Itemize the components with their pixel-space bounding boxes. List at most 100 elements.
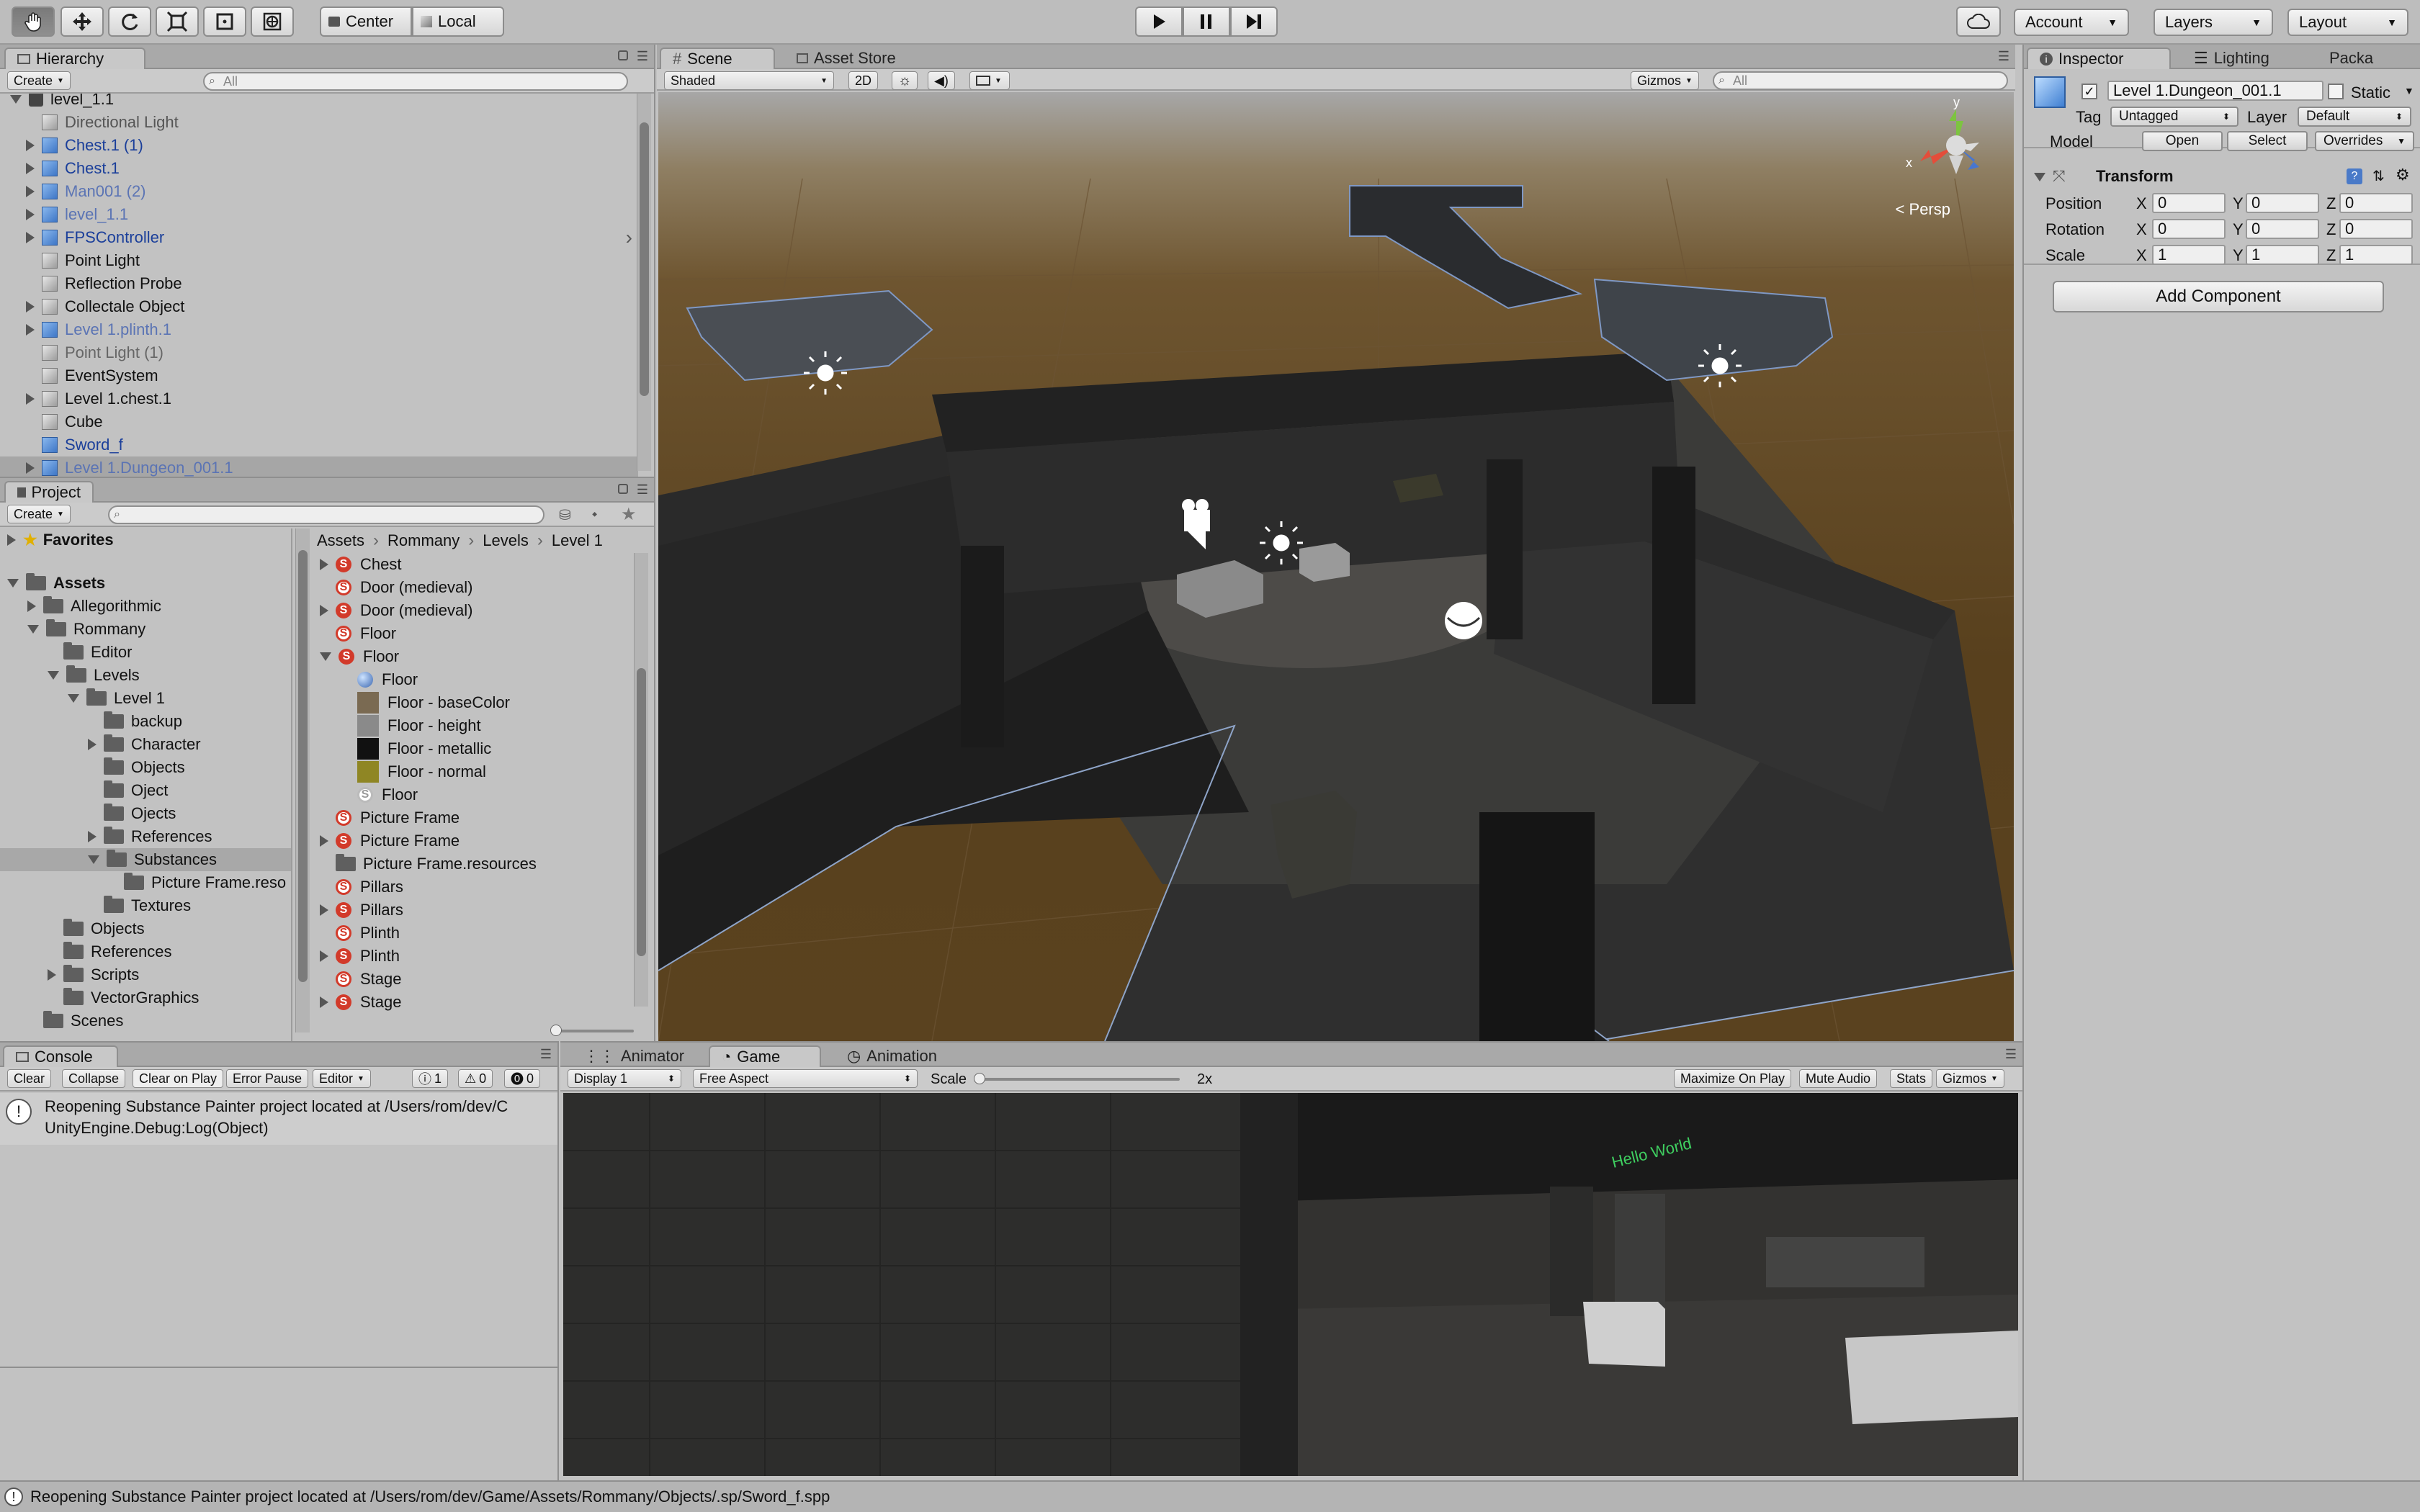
console-collapse-button[interactable]: Collapse [62,1069,126,1088]
hierarchy-item[interactable]: FPSController › [0,226,638,249]
console-divider[interactable] [0,1367,557,1368]
rotation-y-field[interactable]: 0 [2246,219,2319,239]
rotation-z-field[interactable]: 0 [2339,219,2413,239]
project-folder-item[interactable]: Ojects [0,802,291,825]
expand-arrow-icon[interactable] [320,950,328,962]
open-prefab-button[interactable]: Open [2142,131,2223,151]
project-file-item[interactable]: S Door (medieval) [317,576,634,599]
game-scale-slider[interactable] [974,1073,1180,1084]
project-folder-item[interactable]: Allegorithmic [0,595,291,618]
hierarchy-item[interactable]: Directional Light [0,111,638,134]
expand-arrow-icon[interactable] [26,393,35,405]
project-file-item[interactable]: S Picture Frame [317,806,634,829]
fold-arrow-icon[interactable] [2034,173,2045,181]
project-folder-item[interactable]: Levels [0,664,291,687]
mode-2d-toggle[interactable]: 2D [848,71,879,90]
error-count-toggle[interactable]: ⓿0 [504,1069,541,1088]
expand-arrow-icon[interactable] [320,605,328,616]
project-folder-item[interactable]: Assets [0,572,291,595]
tab-console[interactable]: Console [3,1045,118,1067]
project-tree-scrollbar[interactable] [295,528,310,1032]
tab-lighting[interactable]: ☰ Lighting [2181,48,2282,69]
favorite-star-icon[interactable]: ★ [621,504,637,525]
project-folder-item[interactable]: VectorGraphics [0,986,291,1009]
project-folder-item[interactable]: Scripts [0,963,291,986]
breadcrumb-item[interactable]: Rommany [387,531,460,550]
position-y-field[interactable]: 0 [2246,193,2319,213]
icon-size-slider[interactable] [550,1025,634,1036]
layer-dropdown[interactable]: Default ⬍ [2298,107,2411,127]
filter-label-icon[interactable]: ⬩ [592,506,597,523]
transform-tool-button[interactable] [251,6,294,37]
expand-arrow-icon[interactable] [26,163,35,174]
panel-menu-icon[interactable]: ☰ [637,482,648,498]
rotation-x-field[interactable]: 0 [2152,219,2226,239]
project-folder-item[interactable]: backup [0,710,291,733]
static-checkbox[interactable] [2328,84,2344,99]
stats-toggle[interactable]: Stats [1890,1069,1933,1088]
project-folder-item[interactable]: References [0,825,291,848]
project-file-item[interactable]: S Floor [317,645,634,668]
active-checkbox[interactable]: ✓ [2081,84,2097,99]
game-viewport[interactable]: Hello World [563,1093,2018,1476]
project-folder-item[interactable]: Scenes [0,1009,291,1032]
project-tree-scroll-thumb[interactable] [298,550,308,982]
hierarchy-create-button[interactable]: Create ▼ [7,71,71,90]
project-file-item[interactable]: S Picture Frame [317,829,634,852]
project-file-item[interactable]: S Floor [317,622,634,645]
editor-dropdown[interactable]: Editor ▼ [313,1069,371,1088]
collab-cloud-button[interactable] [1956,6,2001,37]
tab-package[interactable]: Packa [2316,48,2386,69]
panel-menu-icon[interactable]: ☰ [540,1047,552,1062]
tag-dropdown[interactable]: Untagged ⬍ [2110,107,2238,127]
hierarchy-scrollbar[interactable] [637,94,651,471]
hierarchy-scroll-thumb[interactable] [640,122,649,396]
hierarchy-item[interactable]: Man001 (2) [0,180,638,203]
hierarchy-item[interactable]: Chest.1 (1) [0,134,638,157]
orientation-gizmo[interactable]: y x [1899,95,2014,210]
scale-tool-button[interactable] [156,6,199,37]
info-count-toggle[interactable]: ⓘ 1 [412,1069,449,1088]
hierarchy-item[interactable]: Collectale Object [0,295,638,318]
project-file-item[interactable]: S Plinth [317,945,634,968]
expand-arrow-icon[interactable] [88,831,97,842]
project-folder-item[interactable]: Objects [0,917,291,940]
tab-hierarchy[interactable]: Hierarchy [4,48,145,69]
hierarchy-item[interactable]: Level 1.Dungeon_001.1 [0,456,638,477]
project-folder-item[interactable]: Rommany [0,618,291,641]
chevron-right-icon[interactable]: › [626,226,632,249]
expand-arrow-icon[interactable] [26,301,35,312]
project-file-item[interactable]: Floor - height [317,714,634,737]
project-file-item[interactable]: Floor - baseColor [317,691,634,714]
breadcrumb-item[interactable]: Levels [483,531,529,550]
overrides-dropdown[interactable]: Overrides ▼ [2315,131,2414,151]
tab-game[interactable]: ◔ Game [709,1045,821,1067]
project-folder-item[interactable]: Oject [0,779,291,802]
error-pause-toggle[interactable]: Error Pause [226,1069,309,1088]
expand-arrow-icon[interactable] [48,671,59,680]
mute-audio-toggle[interactable]: Mute Audio [1799,1069,1878,1088]
layout-dropdown[interactable]: Layout ▼ [2287,9,2408,36]
project-files-scroll-thumb[interactable] [637,668,646,956]
scene-viewport[interactable]: y x < Persp [658,92,2014,1041]
project-folder-item[interactable]: Editor [0,641,291,664]
hierarchy-item[interactable]: Reflection Probe [0,272,638,295]
project-folder-item[interactable]: Level 1 [0,687,291,710]
hierarchy-item[interactable]: Cube [0,410,638,433]
scale-x-field[interactable]: 1 [2152,245,2226,265]
pivot-local-button[interactable]: Local [412,6,504,37]
scene-gizmos-dropdown[interactable]: Gizmos ▼ [1631,71,1699,90]
project-file-item[interactable]: S Pillars [317,876,634,899]
lock-icon[interactable] [618,484,628,494]
expand-arrow-icon[interactable] [27,600,36,612]
breadcrumb-item[interactable]: Assets [317,531,364,550]
effects-toggle[interactable]: ▼ [969,71,1010,90]
persp-label[interactable]: < Persp [1896,200,1950,219]
rect-tool-button[interactable] [203,6,246,37]
project-folder-item[interactable]: References [0,940,291,963]
scale-y-field[interactable]: 1 [2246,245,2319,265]
project-folder-item[interactable]: Textures [0,894,291,917]
expand-arrow-icon[interactable] [26,209,35,220]
expand-arrow-icon[interactable] [88,855,99,864]
help-icon[interactable]: ? [2347,168,2362,184]
